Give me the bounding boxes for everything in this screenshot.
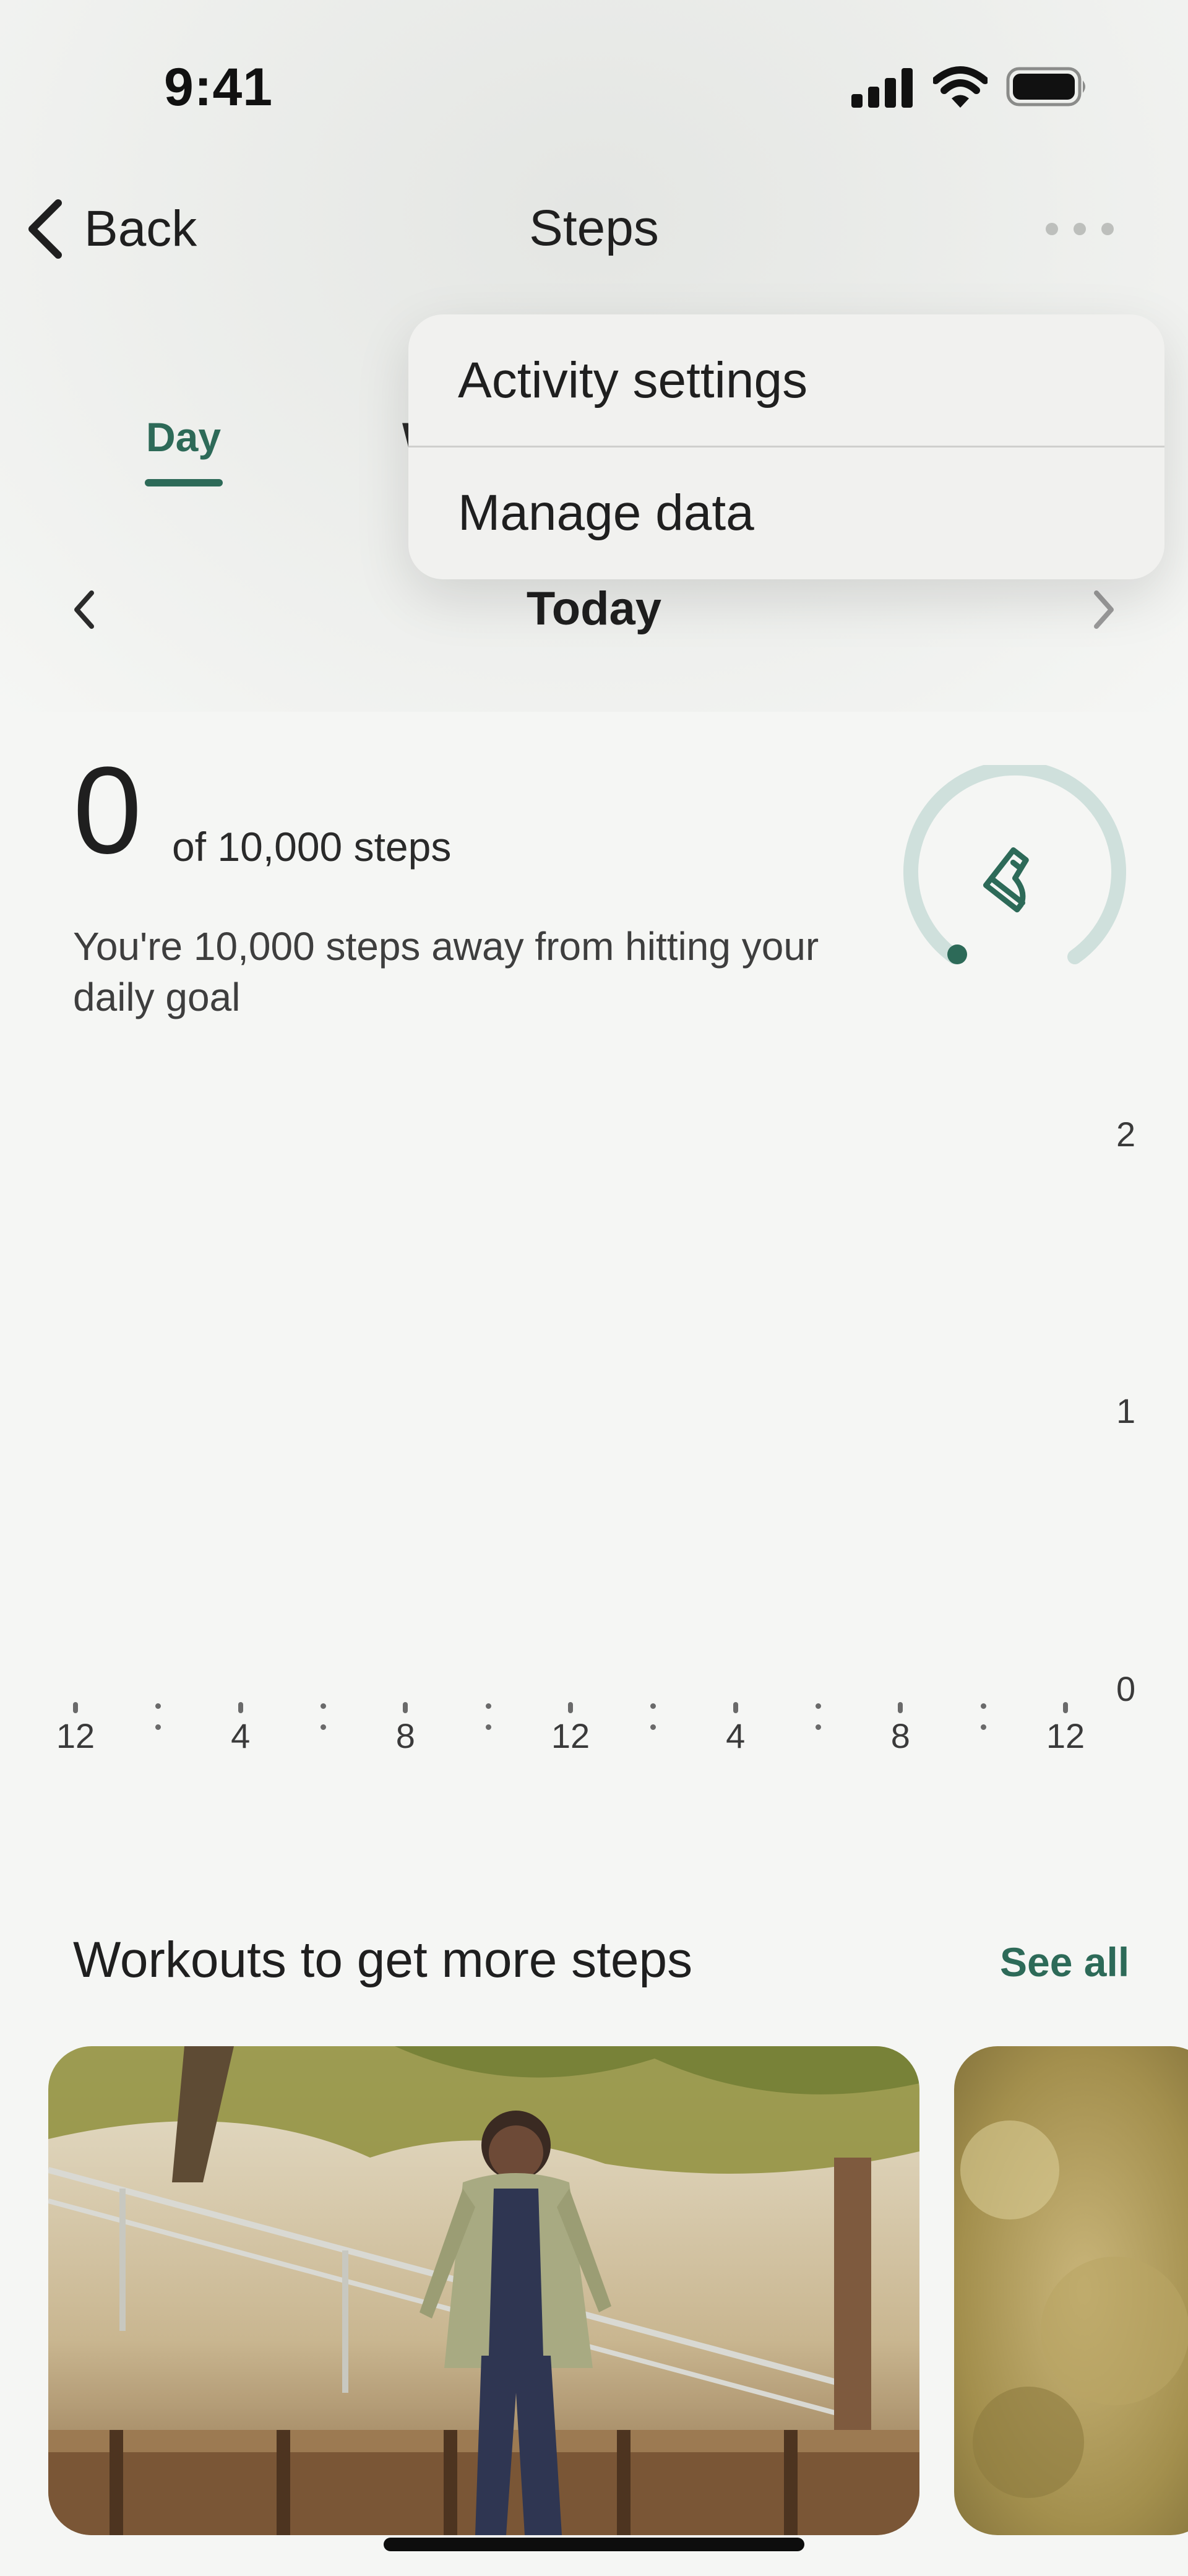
step-count: 0 xyxy=(73,741,142,880)
status-time: 9:41 xyxy=(164,58,273,117)
x-minor-tick xyxy=(650,1703,656,1709)
menu-item-activity-settings[interactable]: Activity settings xyxy=(458,352,807,410)
steps-chart: 2 1 0 12 4 8 12 4 8 12 xyxy=(0,1102,1188,1783)
x-tick-mark xyxy=(403,1702,408,1713)
wifi-icon xyxy=(932,64,989,112)
x-tick-label: 12 xyxy=(56,1716,95,1755)
x-tick-mark xyxy=(1063,1702,1068,1713)
x-minor-tick xyxy=(155,1724,161,1730)
x-tick-label: 4 xyxy=(231,1716,251,1755)
tab-selected-indicator xyxy=(145,479,223,486)
x-minor-tick xyxy=(485,1703,491,1709)
x-tick-label: 12 xyxy=(1046,1716,1085,1755)
workout-image xyxy=(954,2046,1188,2535)
x-minor-tick xyxy=(155,1703,161,1709)
x-tick-label: 4 xyxy=(726,1716,746,1755)
bar-layer xyxy=(74,1145,1064,1702)
workout-card[interactable] xyxy=(48,2046,919,2535)
x-minor-tick xyxy=(816,1724,821,1730)
next-day-button[interactable] xyxy=(1088,588,1119,634)
x-minor-tick xyxy=(980,1703,986,1709)
section-title: Workouts to get more steps xyxy=(73,1932,693,1988)
y-tick-label: 2 xyxy=(1116,1115,1136,1154)
y-tick-label: 1 xyxy=(1116,1391,1136,1430)
overflow-menu: Activity settings Manage data xyxy=(408,314,1164,579)
x-minor-tick xyxy=(485,1724,491,1730)
more-options-button[interactable] xyxy=(1046,217,1114,241)
goal-progress-ring xyxy=(903,760,1126,991)
battery-icon xyxy=(1006,67,1089,110)
workout-card[interactable] xyxy=(954,2046,1188,2535)
workout-image xyxy=(48,2046,919,2535)
x-minor-tick xyxy=(816,1703,821,1709)
signal-icon xyxy=(851,68,915,111)
x-minor-tick xyxy=(980,1724,986,1730)
home-indicator xyxy=(384,2538,804,2551)
x-minor-tick xyxy=(650,1724,656,1730)
tab-day[interactable]: Day xyxy=(146,413,221,460)
x-minor-tick xyxy=(321,1724,326,1730)
x-tick-mark xyxy=(733,1702,738,1713)
date-label: Today xyxy=(526,582,662,635)
x-tick-label: 8 xyxy=(890,1716,910,1755)
menu-divider xyxy=(408,446,1164,447)
step-goal-label: of 10,000 steps xyxy=(172,824,452,870)
x-tick-label: 12 xyxy=(551,1716,590,1755)
shoe-icon xyxy=(981,847,1049,918)
x-tick-mark xyxy=(568,1702,573,1713)
x-tick-mark xyxy=(898,1702,903,1713)
x-tick-mark xyxy=(238,1702,243,1713)
see-all-link[interactable]: See all xyxy=(1000,1938,1129,1986)
menu-item-manage-data[interactable]: Manage data xyxy=(458,484,754,542)
page-title: Steps xyxy=(529,200,659,256)
x-tick-label: 8 xyxy=(395,1716,415,1755)
more-dot-icon xyxy=(1101,223,1114,235)
x-axis: 12 4 8 12 4 8 12 xyxy=(0,1702,1188,1776)
chevron-right-icon xyxy=(1094,590,1114,629)
goal-message: You're 10,000 steps away from hitting yo… xyxy=(73,924,819,1019)
more-dot-icon xyxy=(1074,223,1086,235)
x-tick-mark xyxy=(73,1702,78,1713)
more-dot-icon xyxy=(1046,223,1058,235)
x-minor-tick xyxy=(321,1703,326,1709)
